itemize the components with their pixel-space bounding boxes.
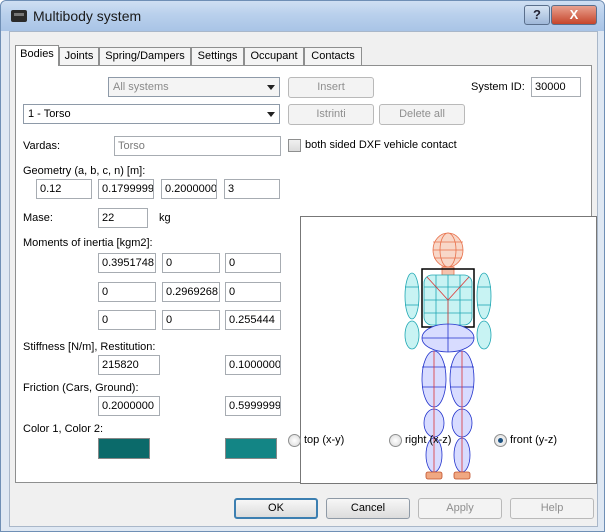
tab-joints[interactable]: Joints bbox=[59, 47, 99, 65]
inertia-yy-field[interactable]: 0.2969268 bbox=[162, 282, 220, 302]
tab-bodies[interactable]: Bodies bbox=[15, 45, 59, 66]
view-top-radio[interactable] bbox=[288, 434, 301, 447]
body-dropdown-value: 1 - Torso bbox=[28, 108, 71, 120]
inertia-xz-field[interactable]: 0 bbox=[225, 253, 281, 273]
bodies-panel: All systems Insert System ID: 30000 1 - … bbox=[15, 65, 597, 484]
help-title-button[interactable]: ? bbox=[524, 5, 550, 25]
vardas-field[interactable]: Torso bbox=[114, 136, 281, 156]
geometry-b-field[interactable]: 0.1799999 bbox=[98, 179, 154, 199]
tab-spring-dampers[interactable]: Spring/Dampers bbox=[99, 47, 191, 65]
stiffness-label: Stiffness [N/m], Restitution: bbox=[23, 341, 156, 353]
inertia-xy-field[interactable]: 0 bbox=[162, 253, 220, 273]
friction-cars-field[interactable]: 0.2000000 bbox=[98, 396, 160, 416]
app-icon bbox=[11, 10, 27, 22]
chevron-down-icon bbox=[267, 112, 275, 117]
chevron-down-icon bbox=[267, 85, 275, 90]
system-id-field[interactable]: 30000 bbox=[531, 77, 581, 97]
tab-settings[interactable]: Settings bbox=[191, 47, 244, 65]
mass-unit: kg bbox=[159, 212, 171, 224]
inertia-yz-field[interactable]: 0 bbox=[225, 282, 281, 302]
inertia-yx-field[interactable]: 0 bbox=[98, 282, 156, 302]
systems-dropdown-value: All systems bbox=[113, 81, 169, 93]
geometry-c-field[interactable]: 0.2000000 bbox=[161, 179, 217, 199]
restitution-field[interactable]: 0.1000000 bbox=[225, 355, 281, 375]
color1-swatch[interactable] bbox=[98, 438, 150, 459]
friction-ground-field[interactable]: 0.5999999 bbox=[225, 396, 281, 416]
delete-all-button[interactable]: Delete all bbox=[379, 104, 465, 125]
inertia-zx-field[interactable]: 0 bbox=[98, 310, 156, 330]
title-bar[interactable]: Multibody system ? X bbox=[1, 1, 604, 31]
systems-dropdown[interactable]: All systems bbox=[108, 77, 280, 97]
body-dropdown[interactable]: 1 - Torso bbox=[23, 104, 280, 124]
apply-button[interactable]: Apply bbox=[418, 498, 502, 519]
dxf-contact-label: both sided DXF vehicle contact bbox=[305, 139, 457, 151]
tab-occupant[interactable]: Occupant bbox=[244, 47, 304, 65]
geometry-n-field[interactable]: 3 bbox=[224, 179, 280, 199]
help-button[interactable]: Help bbox=[510, 498, 594, 519]
insert-button[interactable]: Insert bbox=[288, 77, 374, 98]
window-title: Multibody system bbox=[33, 8, 142, 24]
inertia-zz-field[interactable]: 0.255444 bbox=[225, 310, 281, 330]
color2-swatch[interactable] bbox=[225, 438, 277, 459]
view-right-radio[interactable] bbox=[389, 434, 402, 447]
vardas-label: Vardas: bbox=[23, 140, 61, 152]
mass-field[interactable]: 22 bbox=[98, 208, 148, 228]
inertia-xx-field[interactable]: 0.3951748 bbox=[98, 253, 156, 273]
feet-mesh bbox=[425, 471, 471, 480]
inertia-zy-field[interactable]: 0 bbox=[162, 310, 220, 330]
geometry-label: Geometry (a, b, c, n) [m]: bbox=[23, 165, 146, 177]
mass-label: Mase: bbox=[23, 212, 53, 224]
view-front-radio[interactable] bbox=[494, 434, 507, 447]
tab-contacts[interactable]: Contacts bbox=[304, 47, 362, 65]
close-button[interactable]: X bbox=[551, 5, 597, 25]
geometry-a-field[interactable]: 0.12 bbox=[36, 179, 92, 199]
view-right-label: right (x-z) bbox=[405, 434, 452, 446]
delete-button[interactable]: Istrinti bbox=[288, 104, 374, 125]
inertia-label: Moments of inertia [kgm2]: bbox=[23, 237, 153, 249]
view-front-label: front (y-z) bbox=[510, 434, 558, 446]
view-top-label: top (x-y) bbox=[304, 434, 345, 446]
cancel-button[interactable]: Cancel bbox=[326, 498, 410, 519]
friction-label: Friction (Cars, Ground): bbox=[23, 382, 139, 394]
legs-mesh bbox=[421, 350, 475, 473]
stiffness-field[interactable]: 215820 bbox=[98, 355, 160, 375]
system-id-label: System ID: bbox=[471, 81, 525, 93]
dxf-contact-checkbox[interactable] bbox=[288, 139, 301, 152]
ok-button[interactable]: OK bbox=[234, 498, 318, 519]
colors-label: Color 1, Color 2: bbox=[23, 423, 104, 435]
multibody-window: Multibody system ? X Bodies Joints Sprin… bbox=[0, 0, 605, 532]
pelvis-mesh bbox=[421, 323, 475, 353]
